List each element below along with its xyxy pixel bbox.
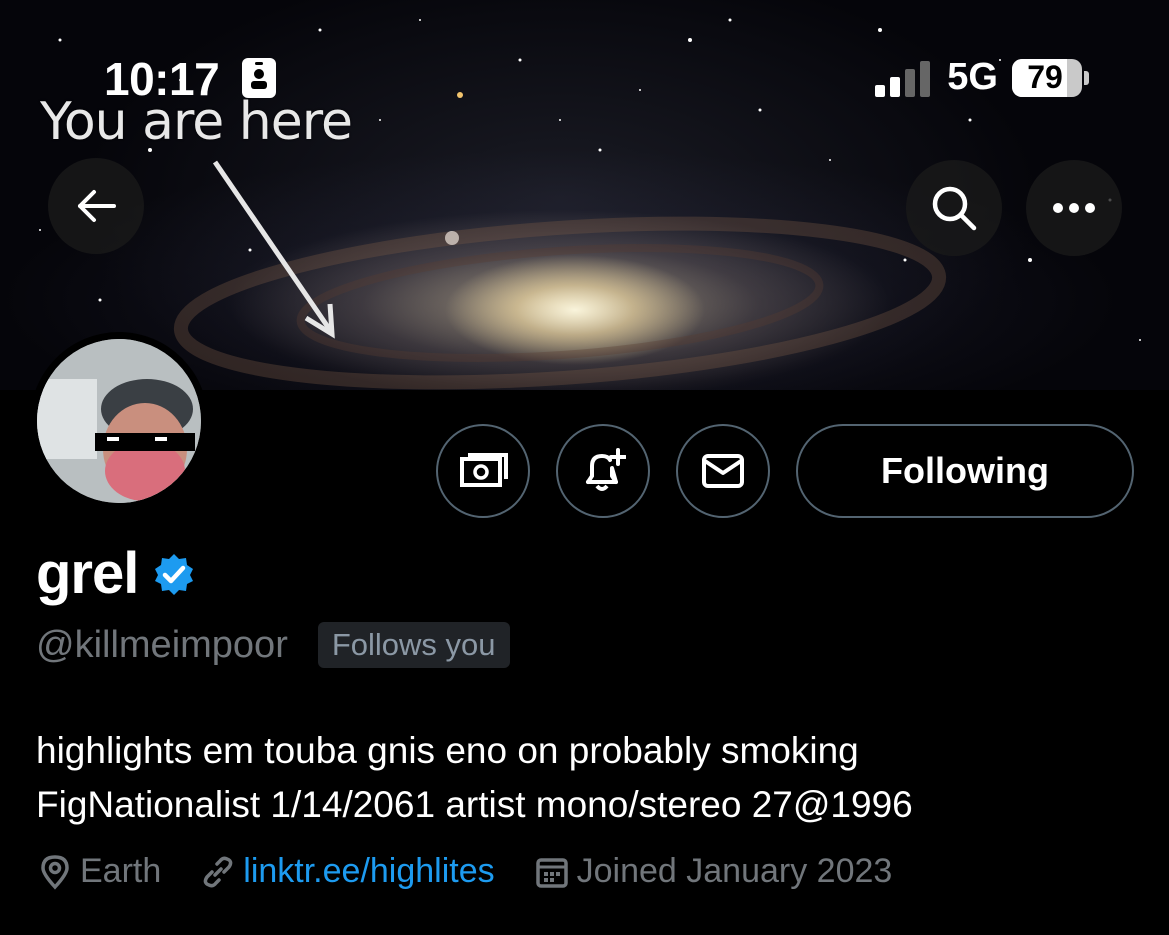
handle-row: @killmeimpoor Follows you (36, 622, 510, 668)
money-icon (460, 453, 508, 487)
message-button[interactable] (676, 424, 770, 518)
notify-button[interactable] (556, 424, 650, 518)
bio: highlights em touba gnis eno on probably… (36, 724, 1136, 832)
battery-cap (1084, 70, 1089, 85)
join-date-text: Joined January 2023 (576, 852, 893, 890)
search-icon (932, 186, 977, 231)
join-date: Joined January 2023 (535, 852, 893, 891)
banner-caption: You are here (40, 92, 353, 152)
avatar-image (37, 339, 201, 503)
signal-icon (875, 60, 931, 97)
bell-plus-icon (586, 448, 626, 491)
website-link[interactable]: linktr.ee/highlites (243, 852, 494, 891)
battery-level: 79 (1027, 59, 1063, 95)
network-type: 5G (947, 56, 998, 98)
back-button[interactable] (48, 158, 144, 254)
location-text: Earth (80, 852, 162, 890)
profile-name-row: grel (36, 540, 196, 607)
search-button[interactable] (906, 160, 1002, 256)
avatar[interactable] (30, 332, 208, 510)
battery-icon: 79 (1012, 58, 1082, 97)
status-indicators: 5G 79 (875, 56, 1089, 99)
location-pin-icon (41, 854, 69, 890)
profile-meta: Earth linktr.ee/highlites Joined January… (38, 852, 932, 891)
bio-line: highlights em touba gnis eno on probably… (36, 730, 859, 771)
bio-line: FigNationalist 1/14/2061 artist mono/ste… (36, 784, 913, 825)
handle: @killmeimpoor (36, 623, 288, 666)
more-button[interactable] (1026, 160, 1122, 256)
location: Earth (38, 852, 161, 891)
calendar-icon (535, 857, 568, 888)
verified-badge-icon[interactable] (152, 552, 196, 596)
envelope-icon (702, 454, 744, 488)
profile-banner[interactable]: 10:17 5G 79 You are here (0, 0, 1169, 390)
more-horizontal-icon (1053, 203, 1095, 213)
arrow-left-icon (78, 190, 116, 222)
follows-you-badge: Follows you (317, 622, 510, 668)
following-button[interactable]: Following (796, 424, 1134, 518)
display-name: grel (36, 541, 139, 606)
link-icon (203, 856, 233, 887)
website[interactable]: linktr.ee/highlites (201, 852, 495, 891)
subscribe-button[interactable] (436, 424, 530, 518)
